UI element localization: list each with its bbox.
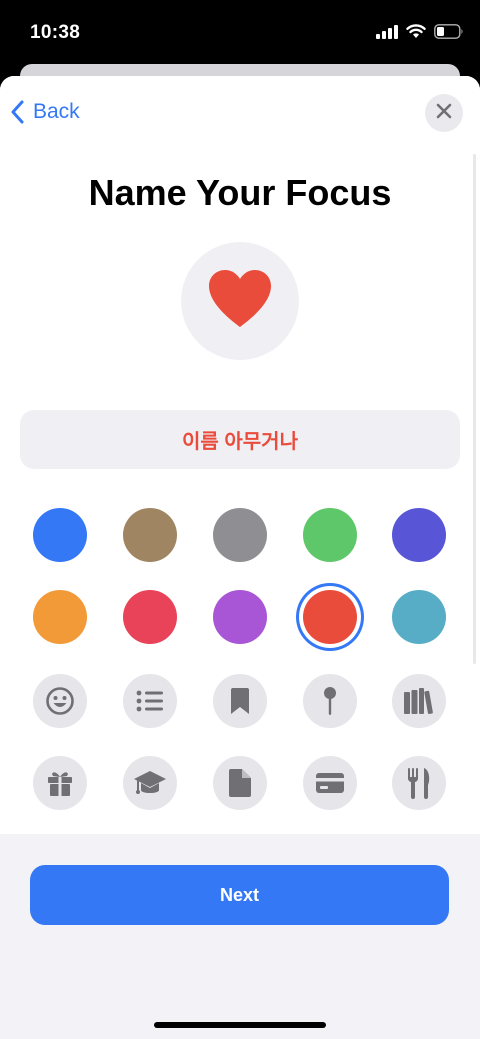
color-swatch-pink[interactable] xyxy=(123,590,177,644)
list-icon xyxy=(135,689,165,713)
icon-option-bookmark[interactable] xyxy=(213,674,267,728)
pin-icon xyxy=(322,686,338,716)
color-swatch-red[interactable] xyxy=(303,590,357,644)
back-button-label: Back xyxy=(33,100,80,123)
color-swatch-green[interactable] xyxy=(303,508,357,562)
icon-option-credit-card[interactable] xyxy=(303,756,357,810)
next-button[interactable]: Next xyxy=(30,865,449,925)
close-button[interactable] xyxy=(425,94,463,132)
graduation-cap-icon xyxy=(133,768,167,798)
color-swatch-gray[interactable] xyxy=(213,508,267,562)
color-swatch-teal[interactable] xyxy=(392,590,446,644)
icon-option-document[interactable] xyxy=(213,756,267,810)
icon-option-graduation-cap[interactable] xyxy=(123,756,177,810)
back-button[interactable]: Back xyxy=(10,96,80,128)
page-title: Name Your Focus xyxy=(88,172,392,213)
color-swatch-indigo[interactable] xyxy=(392,508,446,562)
cellular-signal-icon xyxy=(376,24,398,44)
icon-option-list[interactable] xyxy=(123,674,177,728)
focus-sheet: Back Name Your Focus Next xyxy=(0,76,480,1039)
gift-icon xyxy=(46,769,74,797)
books-icon xyxy=(403,687,435,715)
focus-name-input[interactable] xyxy=(20,410,460,469)
heart-icon xyxy=(207,269,273,334)
smiley-icon xyxy=(45,686,75,716)
icon-option-fork-knife[interactable] xyxy=(392,756,446,810)
color-swatch-brown[interactable] xyxy=(123,508,177,562)
icon-option-books[interactable] xyxy=(392,674,446,728)
fork-knife-icon xyxy=(406,767,432,799)
wifi-icon xyxy=(406,24,426,44)
chevron-left-icon xyxy=(10,100,24,124)
home-indicator xyxy=(154,1022,326,1028)
status-icons xyxy=(376,24,464,44)
color-swatch-purple[interactable] xyxy=(213,590,267,644)
close-icon xyxy=(436,103,452,124)
sheet-content: Back Name Your Focus xyxy=(0,76,480,834)
bookmark-icon xyxy=(230,687,250,715)
color-swatch-blue[interactable] xyxy=(33,508,87,562)
icon-option-gift[interactable] xyxy=(33,756,87,810)
icon-option-pin[interactable] xyxy=(303,674,357,728)
status-time: 10:38 xyxy=(30,22,81,43)
scroll-indicator[interactable] xyxy=(473,154,476,664)
color-swatch-orange[interactable] xyxy=(33,590,87,644)
battery-icon xyxy=(434,24,464,44)
document-icon xyxy=(228,768,252,798)
credit-card-icon xyxy=(315,771,345,795)
focus-icon-preview xyxy=(181,242,299,360)
status-bar: 10:38 xyxy=(0,0,480,64)
icon-option-smiley[interactable] xyxy=(33,674,87,728)
